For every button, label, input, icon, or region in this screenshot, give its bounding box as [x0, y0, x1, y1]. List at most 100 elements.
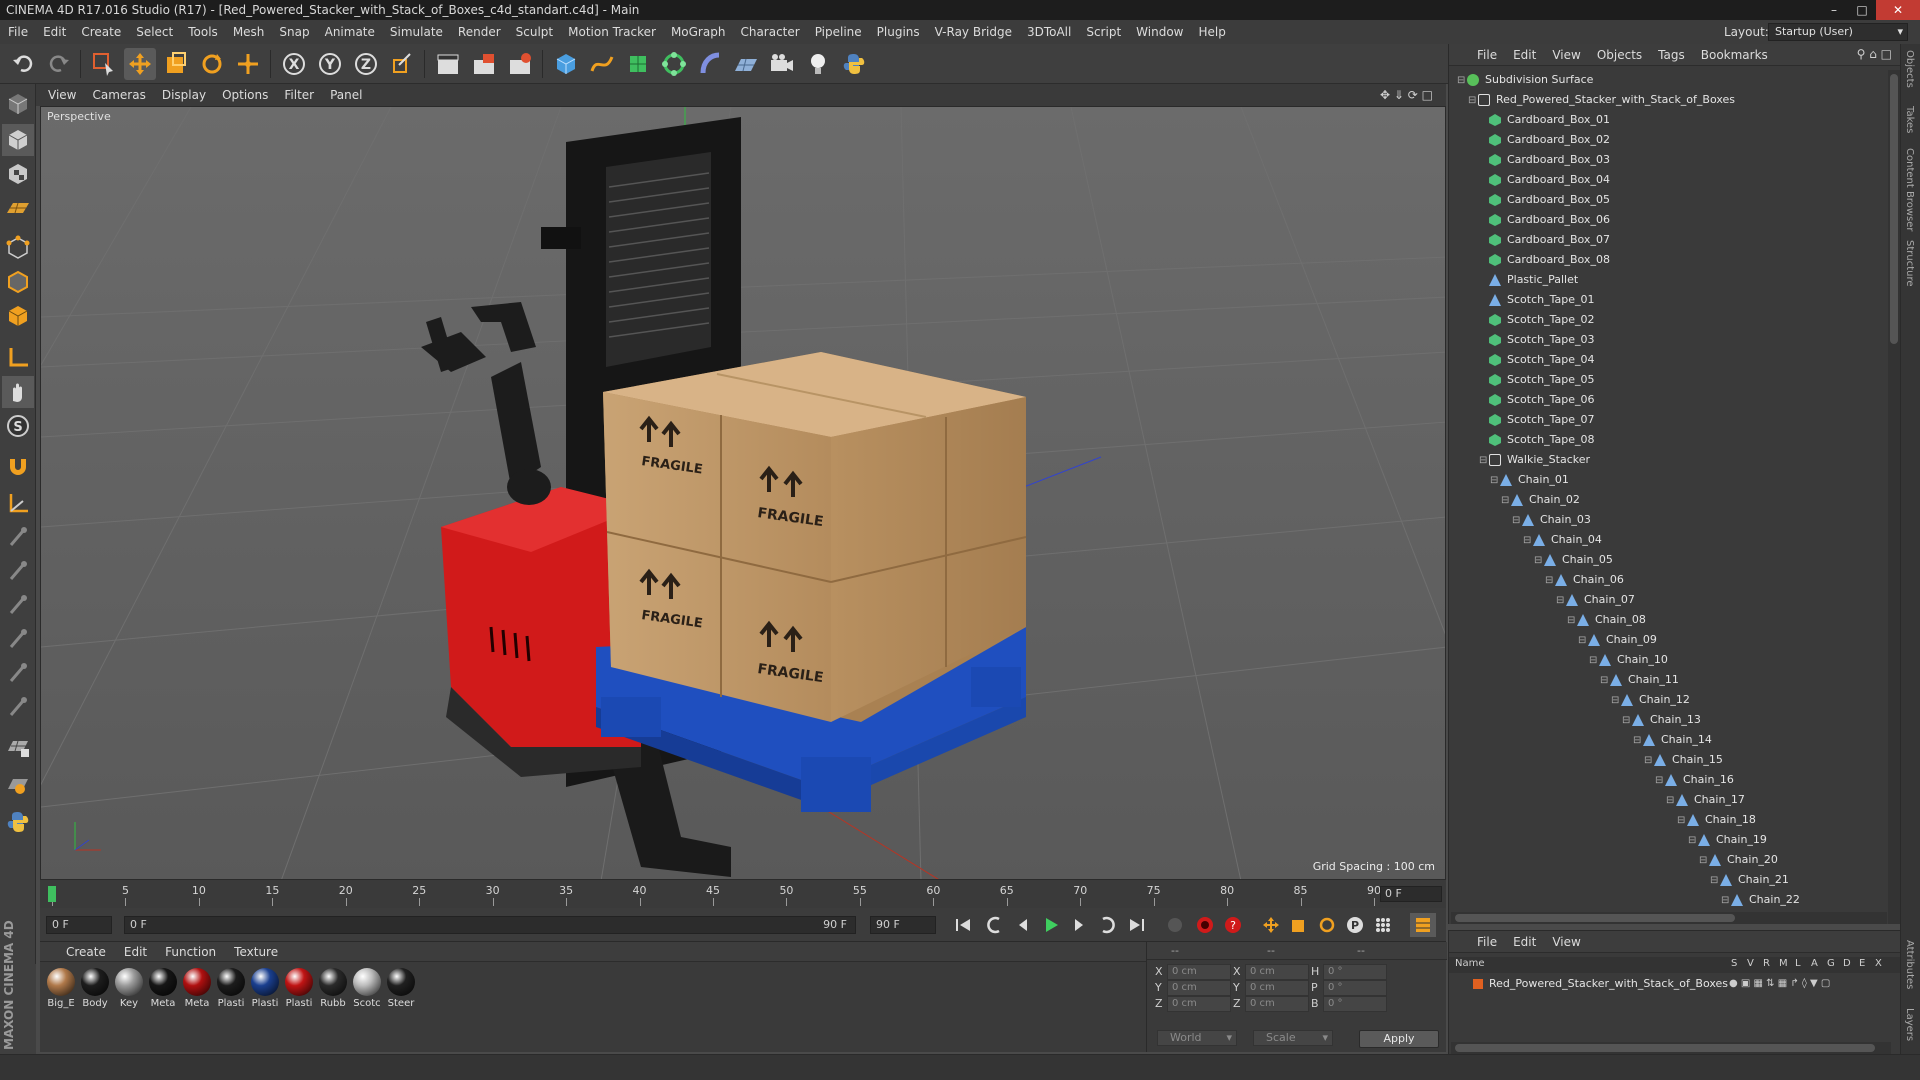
object-row[interactable]: ⊟ Chain_16	[1655, 770, 1734, 790]
layer-column-x[interactable]: X	[1875, 958, 1882, 969]
tree-expander-icon[interactable]: ⊟	[1644, 751, 1654, 771]
object-row[interactable]: ⊟ Subdivision Surface	[1457, 70, 1593, 90]
coordinate-system-button[interactable]	[386, 48, 418, 80]
add-nurbs-button[interactable]	[622, 48, 654, 80]
tree-expander-icon[interactable]: ⊟	[1490, 471, 1500, 491]
add-deformer-button[interactable]	[694, 48, 726, 80]
key-position-button[interactable]	[1258, 913, 1284, 937]
material-menu-create[interactable]: Create	[66, 945, 106, 959]
edges-mode-button[interactable]	[2, 266, 34, 298]
layer-column-r[interactable]: R	[1763, 958, 1770, 969]
object-menu-edit[interactable]: Edit	[1513, 48, 1536, 62]
object-row[interactable]: Cardboard_Box_05	[1479, 190, 1610, 210]
side-tab-structure[interactable]: Structure	[1904, 240, 1915, 287]
coord-scale-dropdown[interactable]: Scale ▾	[1253, 1030, 1333, 1046]
object-row[interactable]: Plastic_Pallet	[1479, 270, 1578, 290]
coord-value-field[interactable]: 0 °	[1323, 996, 1387, 1012]
render-view-button[interactable]	[432, 48, 464, 80]
object-row[interactable]: Cardboard_Box_08	[1479, 250, 1610, 270]
next-frame-button[interactable]	[1066, 913, 1092, 937]
viewport-menu-display[interactable]: Display	[162, 88, 206, 102]
object-row[interactable]: Cardboard_Box_02	[1479, 130, 1610, 150]
tree-expander-icon[interactable]: ⊟	[1523, 531, 1533, 551]
material-item[interactable]: Meta	[180, 968, 214, 1009]
previous-frame-button[interactable]	[1010, 913, 1036, 937]
menu-sculpt[interactable]: Sculpt	[516, 25, 553, 39]
tree-expander-icon[interactable]: ⊟	[1479, 451, 1489, 471]
tree-expander-icon[interactable]: ⊟	[1677, 811, 1687, 831]
material-preview[interactable]	[115, 968, 143, 996]
menu-script[interactable]: Script	[1086, 25, 1121, 39]
material-item[interactable]: Plasti	[214, 968, 248, 1009]
layer-color-swatch[interactable]	[1473, 979, 1483, 989]
move-tool-button[interactable]	[124, 48, 156, 80]
workplane-axis-button[interactable]	[2, 488, 34, 520]
object-row[interactable]: ⊟ Chain_19	[1688, 830, 1767, 850]
frame-range-slider[interactable]: 0 F 90 F	[124, 916, 856, 934]
tree-expander-icon[interactable]: ⊟	[1611, 691, 1621, 711]
go-to-start-button[interactable]	[950, 913, 976, 937]
material-item[interactable]: Plasti	[248, 968, 282, 1009]
object-row[interactable]: ⊟ Chain_08	[1567, 610, 1646, 630]
add-camera-button[interactable]	[766, 48, 798, 80]
scale-tool-button[interactable]	[160, 48, 192, 80]
viewport-menu-view[interactable]: View	[48, 88, 76, 102]
coord-value-field[interactable]: 0 cm	[1167, 980, 1231, 996]
object-row[interactable]: ⊟ Red_Powered_Stacker_with_Stack_of_Boxes	[1468, 90, 1735, 110]
menu-create[interactable]: Create	[81, 25, 121, 39]
object-row[interactable]: ⊟ Chain_12	[1611, 690, 1690, 710]
material-item[interactable]: Scotc	[350, 968, 384, 1009]
coord-mode-dropdown[interactable]: World ▾	[1157, 1030, 1237, 1046]
tweak-mode-button[interactable]	[2, 376, 34, 408]
tree-expander-icon[interactable]: ⊟	[1633, 731, 1643, 751]
object-menu-tags[interactable]: Tags	[1658, 48, 1685, 62]
object-row[interactable]: Cardboard_Box_01	[1479, 110, 1610, 130]
material-preview[interactable]	[183, 968, 211, 996]
tree-expander-icon[interactable]: ⊟	[1710, 871, 1720, 891]
tree-expander-icon[interactable]: ⊟	[1699, 851, 1709, 871]
layer-column-m[interactable]: M	[1779, 958, 1788, 969]
tree-expander-icon[interactable]: ⊟	[1688, 831, 1698, 851]
object-row[interactable]: Cardboard_Box_07	[1479, 230, 1610, 250]
object-vertical-scrollbar[interactable]	[1888, 70, 1900, 924]
soft-selection-button[interactable]	[2, 768, 34, 800]
tree-expander-icon[interactable]: ⊟	[1468, 91, 1478, 111]
tree-expander-icon[interactable]: ⊟	[1600, 671, 1610, 691]
object-row[interactable]: ⊟ Walkie_Stacker	[1479, 450, 1590, 470]
key-rotation-button[interactable]	[1314, 913, 1340, 937]
tree-expander-icon[interactable]: ⊟	[1622, 711, 1632, 731]
menu-select[interactable]: Select	[136, 25, 173, 39]
material-item[interactable]: Meta	[146, 968, 180, 1009]
object-row[interactable]: ⊟ Chain_20	[1699, 850, 1778, 870]
object-row[interactable]: Scotch_Tape_02	[1479, 310, 1594, 330]
layer-menu-view[interactable]: View	[1552, 935, 1580, 949]
magnet-tool-button[interactable]	[2, 450, 34, 482]
key-pla-button[interactable]	[1370, 913, 1396, 937]
material-preview[interactable]	[387, 968, 415, 996]
layout-dropdown[interactable]: Startup (User) ▾	[1768, 23, 1908, 41]
render-region-button[interactable]	[468, 48, 500, 80]
grid-snap-button[interactable]	[2, 730, 34, 762]
object-row[interactable]: ⊟ Chain_21	[1710, 870, 1789, 890]
timeline-ruler[interactable]: 051015202530354045505560657075808590 0 F	[40, 880, 1446, 908]
sculpt-tool-5-button[interactable]	[2, 658, 34, 690]
object-row[interactable]: ⊟ Chain_03	[1512, 510, 1591, 530]
menu-help[interactable]: Help	[1198, 25, 1225, 39]
motion-record-button[interactable]	[1162, 913, 1188, 937]
object-row[interactable]: ⊟ Chain_15	[1644, 750, 1723, 770]
menu-window[interactable]: Window	[1136, 25, 1183, 39]
object-row[interactable]: Scotch_Tape_06	[1479, 390, 1594, 410]
texture-mode-button[interactable]	[2, 158, 34, 190]
previous-key-button[interactable]	[982, 913, 1008, 937]
sculpt-tool-4-button[interactable]	[2, 624, 34, 656]
layer-column-d[interactable]: D	[1843, 958, 1851, 969]
layer-column-a[interactable]: A	[1811, 958, 1818, 969]
tree-expander-icon[interactable]: ⊟	[1501, 491, 1511, 511]
object-menu-objects[interactable]: Objects	[1597, 48, 1642, 62]
maximize-icon[interactable]: □	[1848, 0, 1876, 20]
undo-button[interactable]	[8, 48, 40, 80]
object-menu-view[interactable]: View	[1552, 48, 1580, 62]
play-button[interactable]	[1038, 913, 1064, 937]
go-to-end-button[interactable]	[1124, 913, 1150, 937]
side-tab-takes[interactable]: Takes	[1904, 106, 1915, 133]
